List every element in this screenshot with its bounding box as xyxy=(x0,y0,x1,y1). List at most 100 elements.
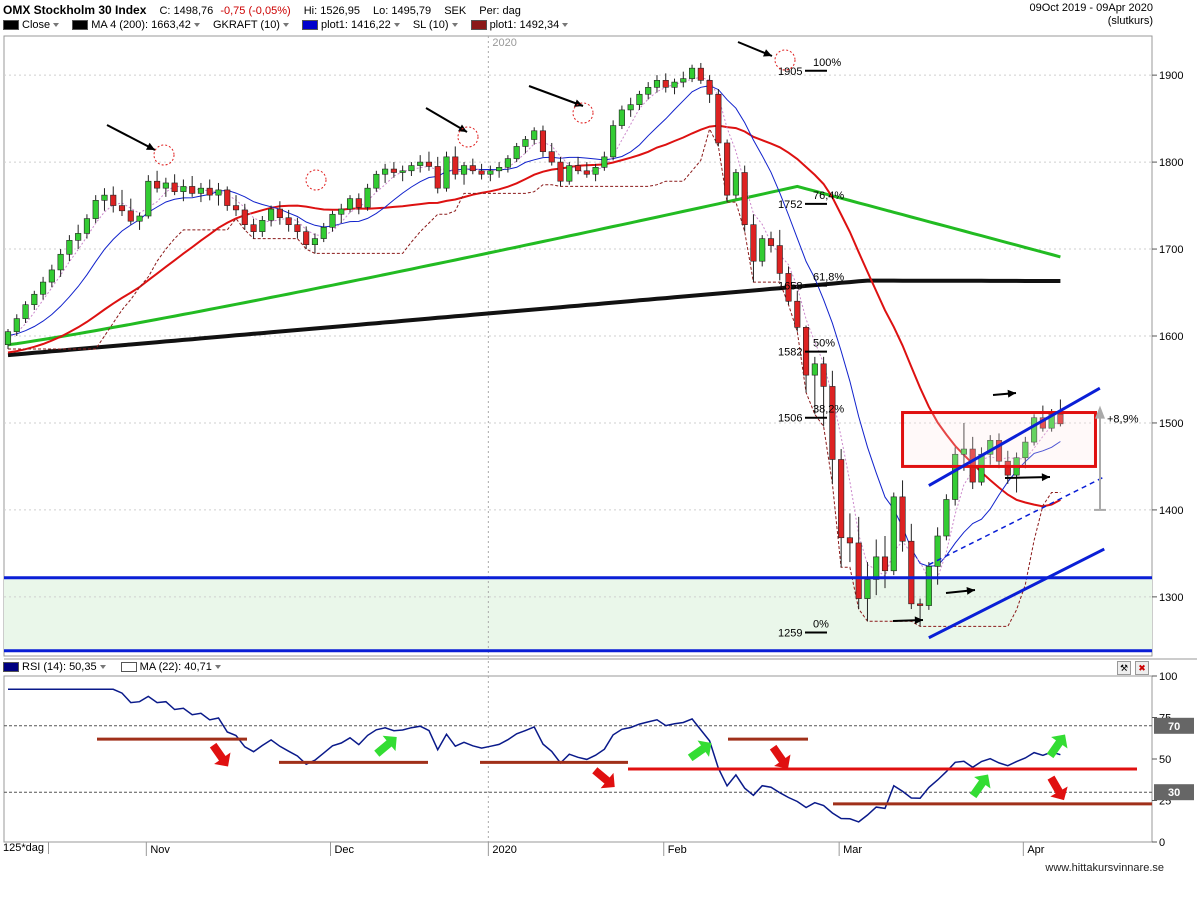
chevron-down-icon[interactable] xyxy=(214,665,221,670)
fib-level-percent: 50% xyxy=(813,338,835,350)
candle-down xyxy=(276,208,283,219)
y-tick-label: 1700 xyxy=(1159,244,1183,256)
candle-up xyxy=(890,496,897,572)
x-tick-label: Dec xyxy=(334,844,354,856)
x-tick-label: Apr xyxy=(1027,844,1044,856)
candle-down xyxy=(917,603,924,606)
legend-swatch xyxy=(120,662,137,673)
price-panel-frame xyxy=(3,35,1153,657)
resistance-box xyxy=(901,411,1097,468)
candle-down xyxy=(662,80,669,88)
chart-frame: OMX Stockholm 30 Index C: 1498,76 -0,75 … xyxy=(0,0,1197,899)
candle-up xyxy=(268,208,275,221)
candle-up xyxy=(618,109,625,126)
candle-up xyxy=(592,167,599,175)
candle-up xyxy=(92,200,99,219)
fib-level-value: 1259 xyxy=(778,628,802,640)
rsi-legend[interactable]: RSI (14): 50,35 xyxy=(3,661,106,673)
candle-down xyxy=(855,542,862,599)
fib-level-value: 1582 xyxy=(778,347,802,359)
candle-up xyxy=(610,125,617,158)
candle-up xyxy=(259,220,266,232)
candle-up xyxy=(382,168,389,175)
candle-down xyxy=(838,459,845,539)
candle-up xyxy=(197,187,204,194)
candle-down xyxy=(846,537,853,544)
y-tick-label: 1400 xyxy=(1159,505,1183,517)
support-zone xyxy=(4,577,1152,651)
candle-down xyxy=(154,180,161,189)
rsi-level-label: 70 xyxy=(1168,721,1180,733)
candle-up xyxy=(680,78,687,83)
site-footer[interactable]: www.hittakursvinnare.se xyxy=(1045,862,1164,874)
candle-down xyxy=(241,209,248,225)
candle-down xyxy=(425,161,433,167)
candle-up xyxy=(373,173,380,189)
candle-down xyxy=(285,217,292,225)
candle-down xyxy=(697,67,704,81)
candle-up xyxy=(311,238,319,245)
candle-up xyxy=(417,161,424,166)
rsi-header: RSI (14): 50,35 MA (22): 40,71 xyxy=(3,661,233,673)
rsi-ma-label: MA (22): 40,71 xyxy=(139,661,212,673)
y-tick-label: 0 xyxy=(1159,837,1165,849)
candle-up xyxy=(320,227,327,239)
fib-level-percent: 61,8% xyxy=(813,272,844,284)
candle-down xyxy=(469,165,476,172)
candle-up xyxy=(934,535,941,567)
y-tick-label: 1500 xyxy=(1159,418,1183,430)
fib-level-percent: 100% xyxy=(813,57,841,69)
candle-down xyxy=(118,205,126,212)
candle-up xyxy=(504,158,511,168)
candle-down xyxy=(829,386,836,460)
close-icon[interactable]: ✖ xyxy=(1135,661,1149,675)
candle-up xyxy=(40,281,47,295)
x-tick-label: Mar xyxy=(843,844,862,856)
candle-up xyxy=(13,318,20,332)
candle-up xyxy=(364,187,371,208)
candle-up xyxy=(513,146,520,159)
x-axis-period: 125*dag xyxy=(3,842,49,854)
candle-up xyxy=(601,156,608,168)
candle-up xyxy=(522,139,529,147)
candle-up xyxy=(338,208,345,215)
fib-level-value: 1506 xyxy=(778,413,802,425)
candle-down xyxy=(539,130,547,152)
candle-up xyxy=(346,198,354,210)
candle-up xyxy=(732,172,739,196)
chevron-down-icon[interactable] xyxy=(99,665,106,670)
legend-swatch xyxy=(3,662,19,673)
y-tick-label: 100 xyxy=(1159,671,1177,683)
candle-up xyxy=(531,130,538,140)
wrench-icon[interactable]: ⚒ xyxy=(1117,661,1131,675)
candle-down xyxy=(820,363,827,387)
candle-up xyxy=(925,566,932,606)
candle-down xyxy=(355,198,362,208)
candle-up xyxy=(627,104,634,111)
candle-up xyxy=(811,363,818,376)
candle-down xyxy=(224,189,231,206)
candle-up xyxy=(399,170,406,173)
candle-down xyxy=(706,80,713,95)
rsi-level-label: 30 xyxy=(1168,787,1180,799)
rsi-ma-legend[interactable]: MA (22): 40,71 xyxy=(120,661,221,673)
candle-up xyxy=(443,156,450,189)
candle-down xyxy=(750,224,757,262)
candle-up xyxy=(671,81,678,88)
x-tick-label: 2020 xyxy=(492,844,516,856)
candle-down xyxy=(171,182,178,192)
candle-down xyxy=(881,556,889,572)
candle-up xyxy=(162,182,169,189)
candle-up xyxy=(101,194,108,201)
candle-up xyxy=(83,218,90,234)
candle-down xyxy=(715,93,722,144)
y-tick-label: 1300 xyxy=(1159,592,1183,604)
candle-down xyxy=(724,142,731,196)
x-tick-label: Nov xyxy=(150,844,170,856)
candle-up xyxy=(645,87,652,95)
candle-down xyxy=(899,496,906,542)
candle-up xyxy=(496,167,503,172)
candle-up xyxy=(653,80,661,88)
candle-up xyxy=(145,180,152,217)
candle-down xyxy=(574,165,582,172)
